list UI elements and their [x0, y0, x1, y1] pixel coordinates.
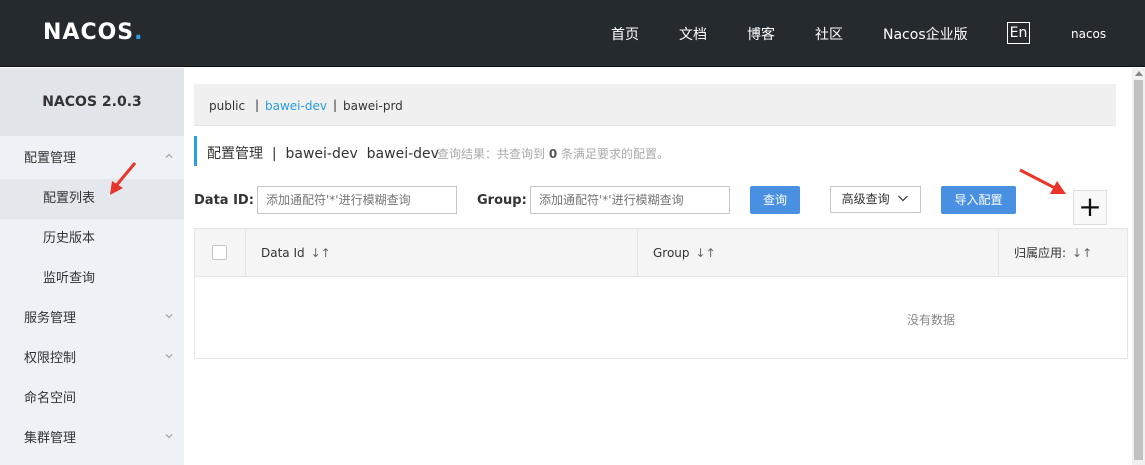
nacos-logo[interactable]: NACOS. — [43, 20, 144, 45]
sidebar-subitem-label: 历史版本 — [43, 231, 96, 246]
group-input[interactable] — [530, 186, 730, 214]
sort-icon[interactable]: ↓↑ — [311, 246, 331, 260]
sidebar-item-access-control[interactable]: 权限控制 — [0, 339, 184, 379]
group-label: Group: — [477, 193, 527, 208]
sidebar-item-service-management[interactable]: 服务管理 — [0, 299, 184, 339]
sidebar-item-label: 配置管理 — [24, 151, 77, 166]
sidebar-subitem-label: 监听查询 — [43, 271, 96, 286]
column-header-app[interactable]: 归属应用: ↓↑ — [999, 229, 1127, 277]
sidebar: NACOS 2.0.3 配置管理 配置列表 历史版本 监听查询 服务管理 权限控… — [0, 68, 184, 465]
sidebar-title: NACOS 2.0.3 — [0, 68, 184, 136]
sidebar-subitem-listener-query[interactable]: 监听查询 — [0, 259, 184, 299]
sort-icon[interactable]: ↓↑ — [696, 246, 716, 260]
sidebar-item-cluster-management[interactable]: 集群管理 — [0, 419, 184, 459]
user-name[interactable]: nacos — [1071, 27, 1106, 41]
sidebar-subitem-config-list[interactable]: 配置列表 — [0, 179, 184, 219]
column-label: Group — [653, 246, 690, 260]
red-arrow-icon — [1019, 168, 1066, 194]
chevron-down-icon — [164, 419, 174, 459]
namespace-bawei-dev[interactable]: bawei-dev — [265, 99, 327, 113]
title-accent-bar — [194, 136, 197, 166]
column-label: 归属应用: — [1014, 246, 1067, 260]
config-table: Data Id ↓↑ Group ↓↑ 归属应用: ↓↑ 没有数据 — [194, 228, 1128, 359]
sidebar-item-label: 集群管理 — [24, 431, 77, 446]
nav-blog[interactable]: 博客 — [747, 24, 775, 44]
nav-enterprise[interactable]: Nacos企业版 — [883, 24, 968, 44]
query-result-text: 查询结果：共查询到 0 条满足要求的配置。 — [437, 147, 670, 161]
red-arrow-icon — [110, 162, 137, 195]
sort-icon[interactable]: ↓↑ — [1072, 246, 1092, 260]
nav-community[interactable]: 社区 — [815, 24, 843, 44]
chevron-down-icon — [897, 187, 909, 212]
sidebar-item-label: 命名空间 — [24, 391, 77, 406]
scroll-up-icon[interactable] — [1135, 71, 1143, 76]
empty-state-text: 没有数据 — [907, 313, 956, 327]
top-header: NACOS. 首页 文档 博客 社区 Nacos企业版 En nacos — [0, 0, 1145, 67]
nav-home[interactable]: 首页 — [611, 24, 639, 44]
column-label: Data Id — [261, 246, 305, 260]
advanced-query-label: 高级查询 — [841, 192, 890, 206]
select-all-checkbox[interactable] — [212, 245, 227, 260]
page-title: 配置管理 | bawei-dev bawei-dev — [207, 146, 439, 162]
namespace-bar: public | bawei-dev | bawei-prd — [194, 84, 1116, 126]
namespace-public[interactable]: public — [209, 99, 245, 113]
table-header-checkbox-cell — [195, 229, 246, 277]
chevron-down-icon — [164, 299, 174, 339]
plus-icon[interactable]: + — [1073, 190, 1107, 225]
query-button[interactable]: 查询 — [750, 186, 800, 214]
sidebar-subitem-label: 配置列表 — [43, 191, 96, 206]
dataid-label: Data ID: — [194, 193, 254, 208]
scrollbar-thumb[interactable] — [1134, 80, 1143, 460]
namespace-bawei-prd[interactable]: bawei-prd — [343, 99, 403, 113]
sidebar-item-namespace[interactable]: 命名空间 — [0, 379, 184, 419]
chevron-up-icon — [164, 139, 174, 179]
page-scrollbar[interactable] — [1132, 68, 1145, 465]
sidebar-item-label: 服务管理 — [24, 311, 77, 326]
dataid-input[interactable] — [257, 186, 457, 214]
column-header-group[interactable]: Group ↓↑ — [638, 229, 999, 277]
namespace-separator: | — [255, 98, 260, 112]
table-header: Data Id ↓↑ Group ↓↑ 归属应用: ↓↑ — [195, 229, 1127, 277]
sidebar-item-config-management[interactable]: 配置管理 — [0, 139, 184, 179]
sidebar-subitem-history[interactable]: 历史版本 — [0, 219, 184, 259]
nav-docs[interactable]: 文档 — [679, 24, 707, 44]
sidebar-item-label: 权限控制 — [24, 351, 77, 366]
column-header-dataid[interactable]: Data Id ↓↑ — [246, 229, 638, 277]
chevron-down-icon — [164, 339, 174, 379]
advanced-query-button[interactable]: 高级查询 — [830, 186, 921, 213]
language-switch-button[interactable]: En — [1007, 22, 1030, 44]
namespace-separator: | — [333, 98, 338, 112]
import-config-button[interactable]: 导入配置 — [941, 186, 1016, 214]
